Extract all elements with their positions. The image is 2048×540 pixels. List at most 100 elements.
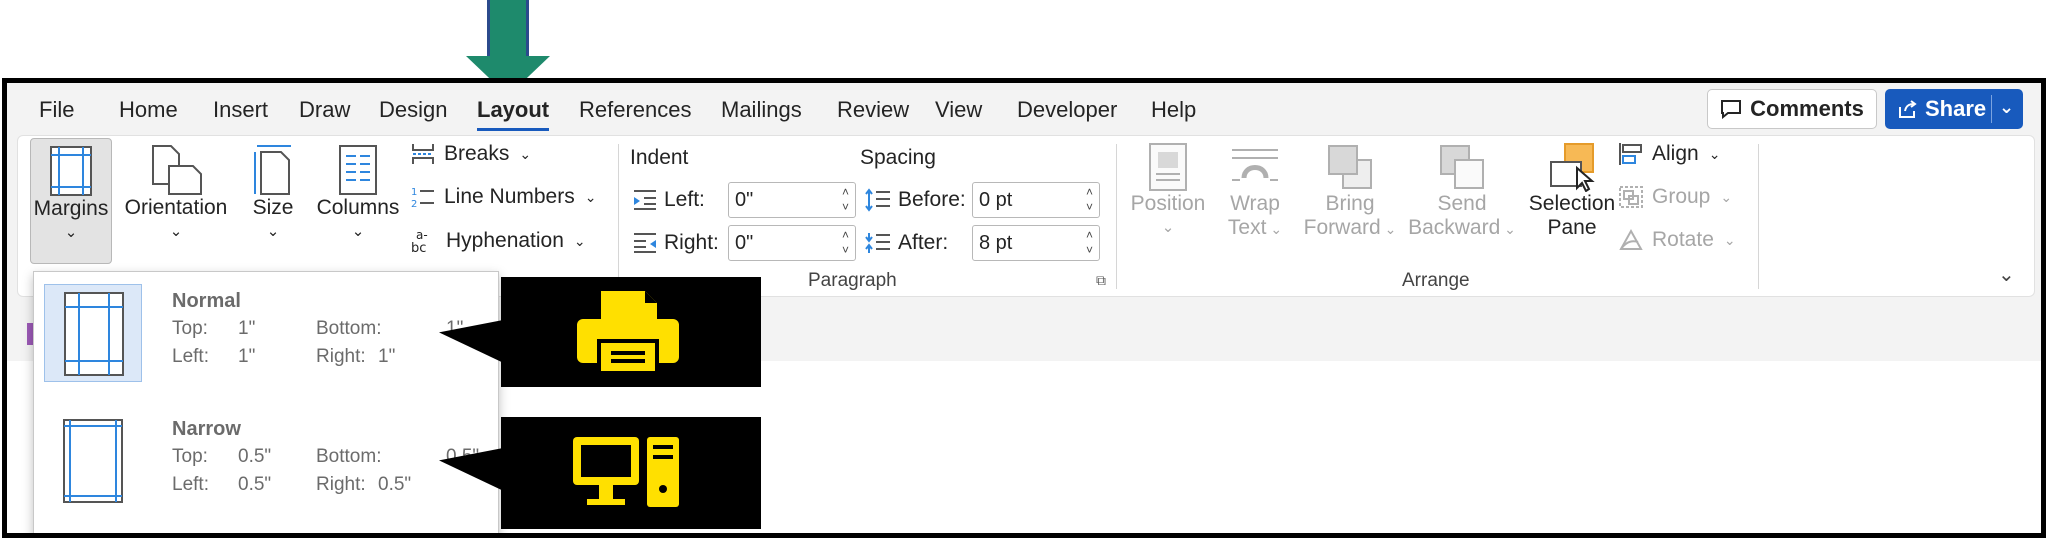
wrap-text-icon (1232, 149, 1278, 181)
svg-text:2: 2 (411, 199, 417, 209)
position-icon (1149, 143, 1187, 191)
share-button[interactable]: Share ⌄ (1885, 89, 2023, 129)
margins-button[interactable]: Margins ⌄ (30, 138, 112, 264)
printer-icon (577, 291, 679, 373)
collapse-ribbon-icon[interactable]: ⌄ (1998, 262, 2015, 287)
margins-option-narrow[interactable]: Narrow Top: 0.5" Bottom: 0.5" Left: 0.5"… (44, 412, 490, 512)
arrange-group-label: Arrange (1402, 270, 1470, 291)
hyphenation-icon: a-bc (411, 228, 428, 254)
spacing-after-input[interactable]: 8 pt ˄ ˅ (972, 225, 1100, 261)
align-icon (1619, 143, 1642, 165)
tab-home[interactable]: Home (119, 97, 178, 123)
wrap-text-button[interactable]: Wrap Text ⌄ (1216, 142, 1294, 262)
normal-left-value: 1" (238, 346, 256, 367)
spin-arrows-icon[interactable]: ˄ ˅ (1086, 185, 1093, 215)
group-icon (1619, 186, 1643, 208)
tab-help[interactable]: Help (1151, 97, 1196, 123)
bring-forward-icon (1328, 145, 1372, 189)
chevron-down-icon: ⌄ (1161, 219, 1175, 236)
tab-review[interactable]: Review (837, 97, 909, 123)
printer-callout (501, 277, 761, 387)
share-label: Share (1925, 96, 1987, 121)
chevron-down-icon: ⌄ (266, 223, 280, 240)
indent-left-input[interactable]: 0" ˄ ˅ (728, 182, 856, 218)
comments-button[interactable]: Comments (1707, 89, 1877, 129)
align-label: Align (1652, 142, 1699, 165)
tab-view[interactable]: View (935, 97, 982, 123)
svg-text:a-: a- (416, 228, 428, 242)
margin-preview (44, 284, 142, 382)
normal-bottom-label: Bottom: (316, 318, 382, 339)
normal-right-value: 1" (378, 346, 396, 367)
position-button[interactable]: Position ⌄ (1126, 142, 1210, 262)
indent-left-icon (634, 190, 656, 210)
narrow-title: Narrow (172, 418, 241, 440)
spin-arrows-icon[interactable]: ˄ ˅ (1086, 228, 1093, 258)
normal-top-value: 1" (238, 318, 256, 339)
word-window: File Home Insert Draw Design Layout Refe… (2, 78, 2046, 538)
align-button[interactable]: Align ⌄ (1618, 142, 1720, 166)
narrow-top-label: Top: (172, 446, 208, 467)
chevron-down-icon[interactable]: ⌄ (1999, 97, 2014, 118)
bring-forward-button[interactable]: Bring Forward ⌄ (1300, 142, 1400, 262)
rotate-label: Rotate (1652, 228, 1714, 251)
page-size-icon (254, 145, 291, 195)
position-label: Position (1130, 192, 1206, 215)
narrow-bottom-label: Bottom: (316, 446, 382, 467)
indent-right-input[interactable]: 0" ˄ ˅ (728, 225, 856, 261)
narrow-top-value: 0.5" (238, 446, 272, 467)
spin-arrows-icon[interactable]: ˄ ˅ (842, 228, 849, 258)
tab-mailings[interactable]: Mailings (721, 97, 802, 123)
margins-dropdown: Normal Top: 1" Bottom: 1" Left: 1" Right… (33, 271, 499, 533)
svg-text:bc: bc (411, 241, 426, 254)
send-label-2: Backward (1408, 216, 1501, 239)
breaks-icon (412, 144, 434, 164)
normal-left-label: Left: (172, 346, 209, 367)
columns-icon (339, 145, 377, 195)
breaks-button[interactable]: Breaks ⌄ (410, 142, 531, 166)
selection-pane-icon (1550, 143, 1595, 192)
selection-label-1: Selection (1528, 192, 1616, 215)
chevron-down-icon: ⌄ (1708, 145, 1721, 162)
chevron-down-icon: ⌄ (584, 188, 597, 205)
selection-label-2: Pane (1547, 216, 1597, 239)
narrow-right-label: Right: (316, 474, 366, 495)
chevron-down-icon: ⌄ (1380, 221, 1397, 237)
tab-layout[interactable]: Layout (477, 97, 550, 131)
tab-file[interactable]: File (39, 97, 74, 123)
tab-references[interactable]: References (579, 97, 692, 123)
spin-arrows-icon[interactable]: ˄ ˅ (842, 185, 849, 215)
columns-button[interactable]: Columns ⌄ (314, 144, 402, 264)
share-icon (1899, 100, 1917, 118)
chevron-down-icon: ⌄ (1500, 221, 1516, 237)
tab-design[interactable]: Design (379, 97, 447, 123)
hyphenation-button[interactable]: a-bc Hyphenation ⌄ (410, 228, 586, 254)
tab-developer[interactable]: Developer (1017, 97, 1117, 123)
rotate-icon (1619, 228, 1643, 250)
callout-tail (439, 438, 505, 492)
spacing-before-icon (865, 188, 890, 212)
dialog-launcher-icon[interactable]: ⧉ (1096, 272, 1106, 289)
indent-left-label: Left: (632, 188, 705, 212)
spacing-before-input[interactable]: 0 pt ˄ ˅ (972, 182, 1100, 218)
send-backward-button[interactable]: Send Backward ⌄ (1406, 142, 1518, 262)
orientation-button[interactable]: Orientation ⌄ (122, 144, 230, 264)
spacing-before-label: Before: (864, 188, 966, 212)
tab-draw[interactable]: Draw (299, 97, 350, 123)
line-numbers-button[interactable]: 12 Line Numbers ⌄ (410, 185, 596, 209)
desktop-callout (501, 417, 761, 529)
size-label: Size (252, 196, 294, 219)
desktop-computer-icon (573, 437, 679, 507)
selection-pane-button[interactable]: Selection Pane (1522, 142, 1622, 262)
comment-icon (1721, 100, 1742, 119)
margins-option-normal[interactable]: Normal Top: 1" Bottom: 1" Left: 1" Right… (44, 284, 490, 384)
tab-insert[interactable]: Insert (213, 97, 268, 123)
spacing-after-icon (865, 233, 890, 253)
margins-label: Margins (33, 197, 109, 220)
rotate-button[interactable]: Rotate ⌄ (1618, 228, 1736, 252)
size-button[interactable]: Size ⌄ (242, 144, 304, 264)
group-button[interactable]: Group ⌄ (1618, 185, 1732, 209)
svg-text:1: 1 (411, 187, 417, 198)
indent-right-icon (634, 233, 656, 253)
chevron-down-icon: ⌄ (64, 224, 78, 241)
